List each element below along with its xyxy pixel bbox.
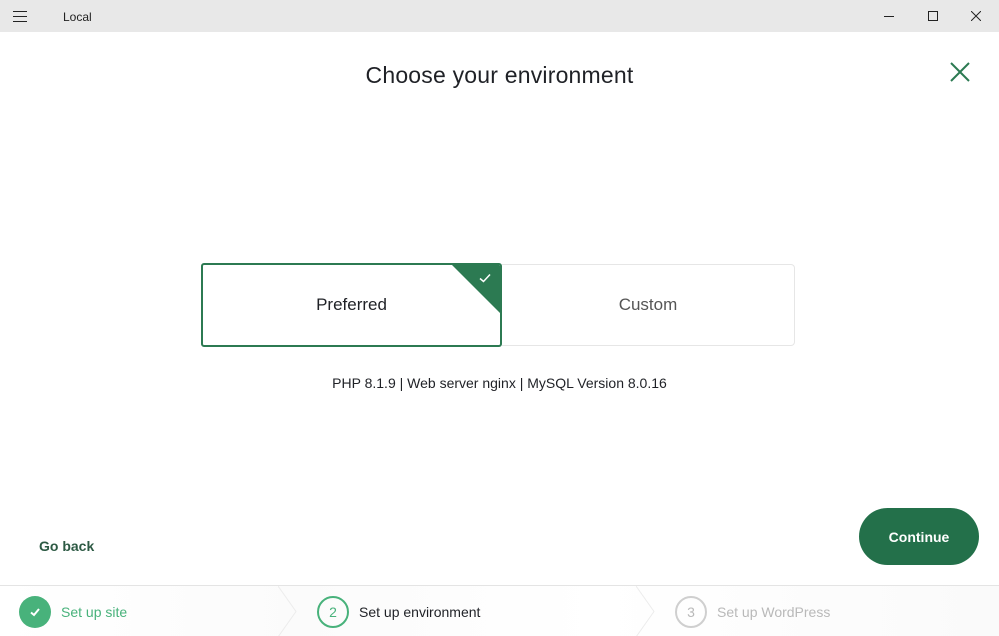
close-icon [950, 62, 970, 82]
continue-button[interactable]: Continue [859, 508, 979, 565]
environment-option-preferred[interactable]: Preferred [201, 263, 502, 347]
step-separator-icon [278, 586, 297, 636]
step-number: 3 [675, 595, 707, 628]
option-label: Custom [618, 295, 678, 314]
step-set-up-wordpress: 3 Set up WordPress [675, 586, 830, 636]
checkmark-icon [479, 273, 491, 283]
maximize-button[interactable] [910, 0, 956, 32]
checkmark-icon [30, 607, 40, 616]
step-label: Set up environment [359, 603, 481, 620]
option-label: Preferred [316, 295, 387, 314]
page-title: Choose your environment [365, 62, 634, 88]
close-icon [971, 11, 981, 21]
environment-option-custom[interactable]: Custom [502, 264, 795, 346]
selected-corner-badge [452, 265, 500, 313]
step-label: Set up site [61, 603, 128, 620]
progress-steps: Set up site 2 Set up environment 3 Set u… [0, 585, 999, 636]
step-separator-icon [636, 586, 655, 636]
environment-details: PHP 8.1.9 | Web server nginx | MySQL Ver… [332, 375, 667, 391]
step-set-up-environment: 2 Set up environment [317, 586, 480, 636]
minimize-button[interactable] [866, 0, 912, 32]
maximize-icon [928, 11, 938, 21]
step-number: 2 [317, 595, 349, 628]
window-close-button[interactable] [953, 0, 999, 32]
step-set-up-site: Set up site [19, 586, 127, 636]
title-bar: Local [0, 0, 999, 32]
minimize-icon [884, 16, 894, 17]
modal-close-button[interactable] [946, 58, 974, 86]
step-label: Set up WordPress [717, 603, 831, 620]
app-title: Local [63, 10, 92, 24]
go-back-link[interactable]: Go back [39, 538, 94, 554]
step-complete-indicator [19, 595, 51, 628]
hamburger-menu-icon[interactable] [13, 11, 27, 22]
